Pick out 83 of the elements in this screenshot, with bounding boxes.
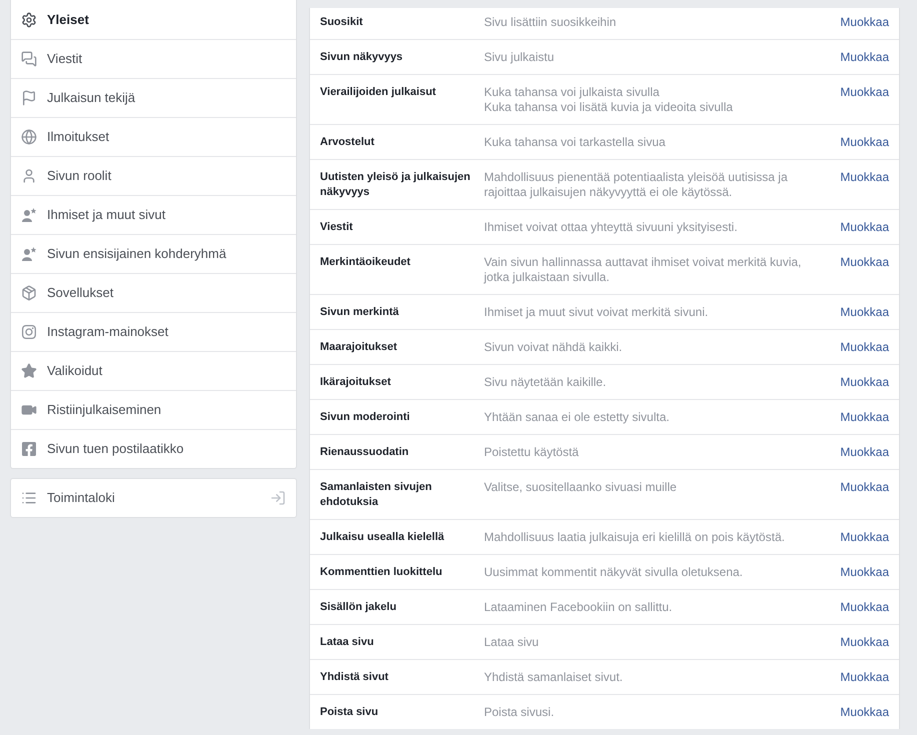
setting-value: Sivu julkaistu [484,50,556,65]
setting-value: Valitse, suositellaanko sivuasi muille [484,480,678,495]
setting-label: Sivun merkintä [320,305,400,320]
star-icon [21,363,37,379]
setting-label: Yhdistä sivut [320,670,390,685]
setting-value: Mahdollisuus laatia julkaisuja eri kielillä on pois käytöstä. [484,530,786,545]
settings-icon [21,12,37,28]
setting-label: Julkaisu usealla kielellä [320,530,446,545]
edit-link[interactable]: Muokkaa [840,445,889,460]
sidebar-item[interactable]: Instagram-mainokset [11,312,296,351]
setting-value: Yhtään sanaa ei ole estetty sivulta. [484,410,670,425]
user-icon [21,168,37,184]
setting-value: Sivun voivat nähdä kaikki. [484,340,624,355]
facebook-icon [21,441,37,457]
setting-value: Kuka tahansa voi tarkastella sivua [484,135,666,150]
setting-value: Poista sivusi. [484,705,556,720]
setting-label: Sivun näkyvyys [320,50,404,65]
setting-value: Yhdistä samanlaiset sivut. [484,670,624,685]
setting-label: Ikärajoitukset [320,375,392,390]
setting-value: Kuka tahansa voi lisätä kuvia ja videoita sivulla [484,100,734,115]
globe-icon [21,129,37,145]
edit-link[interactable]: Muokkaa [840,600,889,615]
setting-label: Rienaussuodatin [320,445,410,460]
activity-log-item[interactable]: Toimintaloki [10,478,297,518]
setting-value: Ihmiset voivat ottaa yhteyttä sivuuni yksityisesti. [484,220,738,235]
sidebar-item[interactable]: Sivun roolit [11,156,296,195]
flag-icon [21,90,37,106]
edit-link[interactable]: Muokkaa [840,375,889,390]
edit-link[interactable]: Muokkaa [840,305,889,320]
setting-label: Kommenttien luokittelu [320,565,444,580]
setting-value: Sivu lisättiin suosikkeihin [484,15,618,30]
setting-label: Uutisten yleisö ja julkaisujen näkyvyys [320,170,472,200]
setting-value: Lataa sivu [484,635,540,650]
edit-link[interactable]: Muokkaa [840,220,889,235]
sidebar-item[interactable]: Ilmoitukset [11,117,296,156]
setting-value: Uusimmat kommentit näkyvät sivulla oletuksena. [484,565,744,580]
user-star-icon [21,246,37,262]
enter-icon [270,490,286,506]
edit-link[interactable]: Muokkaa [840,170,889,185]
setting-label: Viestit [320,220,354,235]
setting-value: Lataaminen Facebookiin on sallittu. [484,600,674,615]
setting-label: Samanlaisten sivujen ehdotuksia [320,480,433,510]
edit-link[interactable]: Muokkaa [840,635,889,650]
setting-label: Sivun moderointi [320,410,411,425]
edit-link[interactable]: Muokkaa [840,565,889,580]
sidebar-item[interactable]: Viestit [11,39,296,78]
setting-label: Arvostelut [320,135,376,150]
sidebar-item[interactable]: Ristiinjulkaiseminen [11,390,296,429]
edit-link[interactable]: Muokkaa [840,705,889,720]
box-icon [21,285,37,301]
setting-label: Lataa sivu [320,635,375,650]
setting-label: Suosikit [320,15,364,30]
edit-link[interactable]: Muokkaa [840,85,889,100]
setting-value: Vain sivun hallinnassa auttavat ihmiset voivat merkitä kuvia, jotka julkaistaan sivulla. [484,255,802,285]
setting-label: Maarajoitukset [320,340,398,355]
edit-link[interactable]: Muokkaa [840,410,889,425]
setting-value: Kuka tahansa voi julkaista sivulla [484,85,660,100]
chat-icon [21,51,37,67]
list-icon [21,490,37,506]
instagram-icon [21,324,37,340]
setting-value: Poistettu käytöstä [484,445,580,460]
edit-link[interactable]: Muokkaa [840,480,889,495]
edit-link[interactable]: Muokkaa [840,255,889,270]
edit-link[interactable]: Muokkaa [840,530,889,545]
setting-value: Sivu näytetään kaikille. [484,375,608,390]
edit-link[interactable]: Muokkaa [840,50,889,65]
edit-link[interactable]: Muokkaa [840,135,889,150]
setting-label: Vierailijoiden julkaisut [320,85,437,100]
setting-value: Ihmiset ja muut sivut voivat merkitä sivuni. [484,305,710,320]
edit-link[interactable]: Muokkaa [840,15,889,30]
sidebar-item[interactable]: Valikoidut [11,351,296,390]
edit-link[interactable]: Muokkaa [840,340,889,355]
sidebar-item[interactable]: Sovellukset [11,273,296,312]
user-star-icon [21,207,37,223]
sidebar-item[interactable]: Julkaisun tekijä [11,78,296,117]
sidebar-item[interactable]: Sivun tuen postilaatikko [11,429,296,468]
sidebar-item[interactable]: Sivun ensisijainen kohderyhmä [11,234,296,273]
setting-value: Mahdollisuus pienentää potentiaalista yleisöä uutisissa ja rajoittaa julkaisujen näkyvyyttä ei ole käytössä. [484,170,789,200]
setting-label: Merkintäoikeudet [320,255,412,270]
setting-label: Poista sivu [320,705,380,720]
sidebar-item[interactable]: Ihmiset ja muut sivut [11,195,296,234]
edit-link[interactable]: Muokkaa [840,670,889,685]
setting-label: Sisällön jakelu [320,600,398,615]
